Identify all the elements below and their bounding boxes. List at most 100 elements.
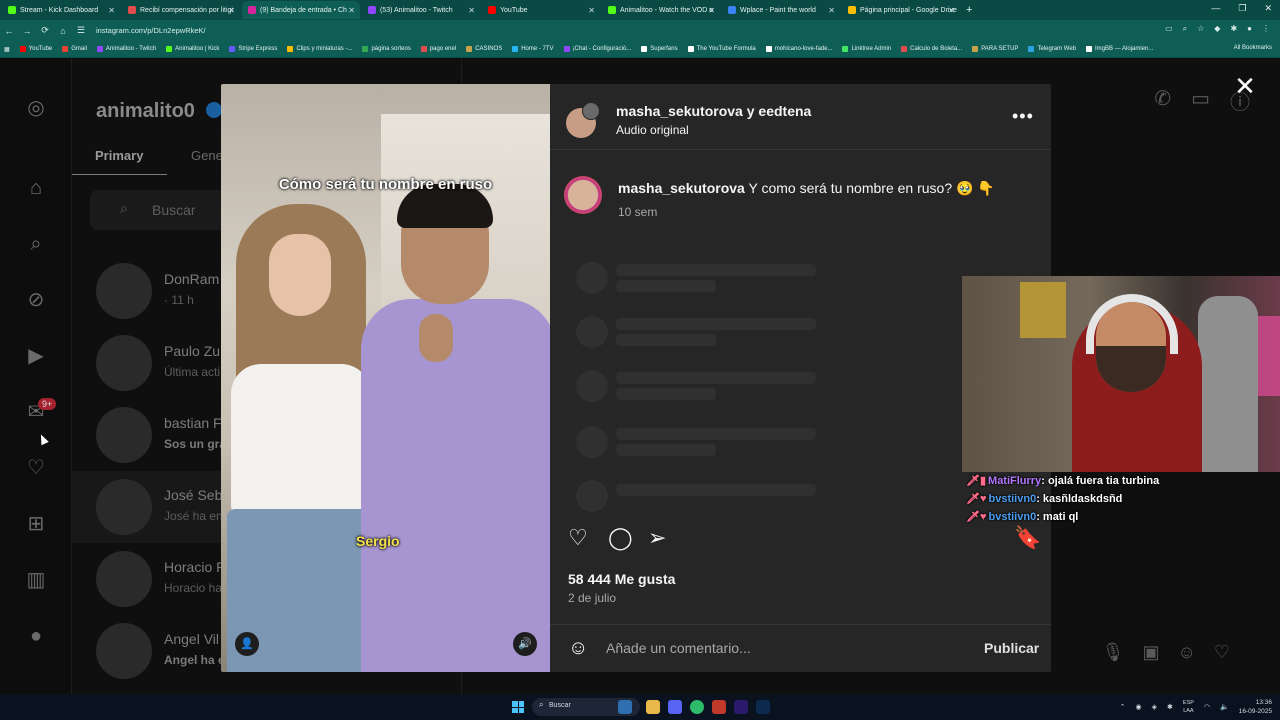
bookmark-item[interactable]: Animalitoo | Kick bbox=[166, 46, 219, 52]
tab-close-icon[interactable]: ✕ bbox=[108, 6, 115, 15]
reload-icon[interactable]: ⟳ bbox=[36, 25, 54, 36]
explore-nav-icon[interactable]: ⊘ bbox=[24, 288, 48, 312]
tab-primary[interactable]: Primary bbox=[95, 148, 143, 163]
browser-tab[interactable]: (9) Bandeja de entrada • Ch ✕ bbox=[242, 1, 360, 19]
coauthor-avatar[interactable] bbox=[582, 102, 600, 120]
tray-app-icon[interactable]: ◉ bbox=[1136, 703, 1142, 711]
audio-toggle-icon[interactable]: 🔊 bbox=[513, 632, 537, 656]
extension-icon[interactable]: ◆ bbox=[1214, 24, 1220, 34]
tab-close-icon[interactable]: ✕ bbox=[468, 6, 475, 15]
instagram-logo-icon[interactable]: ◎ bbox=[24, 96, 48, 120]
close-modal-button[interactable]: ✕ bbox=[1232, 73, 1258, 100]
post-authors[interactable]: masha_sekutorova y eedtena bbox=[616, 103, 811, 119]
inbox-username[interactable]: animalito0 bbox=[96, 100, 195, 123]
chevron-up-icon[interactable]: ⌃ bbox=[1120, 703, 1126, 711]
caption-avatar[interactable] bbox=[564, 176, 602, 214]
bookmark-item[interactable]: CASINOS bbox=[466, 46, 502, 52]
dashboard-nav-icon[interactable]: ▥ bbox=[24, 568, 48, 592]
create-nav-icon[interactable]: ⊞ bbox=[24, 512, 48, 536]
browser-tab[interactable]: Página principal - Google Drive ✕ bbox=[842, 1, 960, 19]
save-bookmark-icon[interactable]: 🔖 bbox=[1014, 524, 1041, 552]
new-tab-button[interactable]: + bbox=[966, 4, 972, 16]
like-icon[interactable]: ♡ bbox=[568, 524, 588, 552]
forward-icon[interactable]: → bbox=[18, 26, 36, 36]
back-icon[interactable]: ← bbox=[0, 26, 18, 36]
bookmark-star-icon[interactable]: ☆ bbox=[1197, 24, 1204, 34]
tab-close-icon[interactable]: ✕ bbox=[948, 6, 955, 15]
streaming-app-icon[interactable] bbox=[712, 700, 726, 714]
close-window-icon[interactable]: ✕ bbox=[1264, 3, 1272, 14]
bookmark-item[interactable]: página sorteos bbox=[362, 46, 411, 52]
bookmark-item[interactable]: pago enel bbox=[420, 46, 456, 52]
extensions-puzzle-icon[interactable]: ✱ bbox=[1230, 24, 1237, 34]
bookmark-item[interactable]: Home - 7TV bbox=[512, 46, 554, 52]
comment-input[interactable] bbox=[606, 637, 966, 659]
all-bookmarks-button[interactable]: All Bookmarks bbox=[1234, 45, 1272, 51]
url-field[interactable]: instagram.com/p/DLn2epwRkeK/ bbox=[96, 26, 206, 35]
zoom-icon[interactable]: ⌕ bbox=[1183, 24, 1187, 34]
publish-button[interactable]: Publicar bbox=[984, 640, 1039, 656]
bookmark-item[interactable]: Linktree Admin bbox=[842, 46, 891, 52]
bookmark-item[interactable]: ImgBB — Alojamien... bbox=[1086, 46, 1153, 52]
bookmark-item[interactable]: PARA SETUP bbox=[972, 46, 1018, 52]
weather-app-icon[interactable] bbox=[618, 700, 632, 714]
sticker-icon[interactable]: ☺ bbox=[1177, 642, 1195, 663]
video-call-icon[interactable]: ▭ bbox=[1191, 86, 1210, 115]
caption-username[interactable]: masha_sekutorova bbox=[618, 180, 745, 196]
windows-start-icon[interactable] bbox=[512, 701, 524, 713]
bookmark-item[interactable]: YouTube bbox=[19, 46, 52, 52]
profile-avatar[interactable]: ● bbox=[1247, 24, 1252, 34]
post-audio-link[interactable]: Audio original bbox=[616, 123, 689, 137]
site-info-icon[interactable]: ☰ bbox=[72, 25, 90, 36]
tagged-users-icon[interactable]: 👤 bbox=[235, 632, 259, 656]
emoji-icon[interactable]: ☺ bbox=[568, 636, 588, 660]
browser-tab[interactable]: YouTube ✕ bbox=[482, 1, 600, 19]
browser-tab[interactable]: Wplace - Paint the world ✕ bbox=[722, 1, 840, 19]
browser-tab[interactable]: Recibí compensación por litigi ✕ bbox=[122, 1, 240, 19]
photoshop-icon[interactable] bbox=[756, 700, 770, 714]
comment-icon[interactable]: ◯ bbox=[608, 524, 633, 552]
reels-nav-icon[interactable]: ▶ bbox=[24, 344, 48, 368]
bookmark-item[interactable]: Animalitoo - Twitch bbox=[96, 46, 156, 52]
home-nav-icon[interactable]: ⌂ bbox=[24, 176, 48, 200]
language-indicator[interactable]: ESP LAA bbox=[1183, 699, 1194, 715]
bookmark-item[interactable]: Clips y miniaturas -... bbox=[287, 46, 352, 52]
microphone-icon[interactable]: 🎙 bbox=[1102, 642, 1125, 663]
profile-nav-icon[interactable]: ● bbox=[24, 624, 48, 648]
bookmark-item[interactable]: Superfans bbox=[641, 46, 678, 52]
browser-tab[interactable]: Animalitoo - Watch the VOD o ✕ bbox=[602, 1, 720, 19]
premiere-icon[interactable] bbox=[734, 700, 748, 714]
apps-grid-icon[interactable]: ▦ bbox=[4, 46, 10, 53]
reel-video[interactable]: Cómo será tu nombre en ruso Sergio 👤 🔊 bbox=[221, 84, 550, 672]
taskbar-clock[interactable]: 13:36 16-09-2025 bbox=[1239, 698, 1272, 716]
more-options-icon[interactable]: ••• bbox=[1012, 106, 1034, 127]
heart-icon[interactable]: ♡ bbox=[1214, 642, 1230, 663]
tab-general[interactable]: Gene bbox=[191, 148, 223, 163]
tab-close-icon[interactable]: ✕ bbox=[708, 6, 715, 15]
like-count[interactable]: 58 444 Me gusta bbox=[568, 571, 675, 587]
share-icon[interactable]: ➢ bbox=[648, 524, 666, 552]
search-nav-icon[interactable]: ⌕ bbox=[24, 232, 48, 256]
wifi-icon[interactable]: ◠ bbox=[1204, 703, 1210, 711]
cast-icon[interactable]: ▭ bbox=[1165, 24, 1173, 34]
image-icon[interactable]: ▣ bbox=[1142, 642, 1159, 663]
tab-close-icon[interactable]: ✕ bbox=[228, 6, 235, 15]
bookmark-item[interactable]: Calculo de Boleta... bbox=[901, 46, 962, 52]
bookmark-item[interactable]: Telegram Web bbox=[1028, 46, 1076, 52]
maximize-icon[interactable]: ❐ bbox=[1238, 3, 1246, 14]
home-icon[interactable]: ⌂ bbox=[54, 26, 72, 36]
tab-close-icon[interactable]: ✕ bbox=[348, 6, 355, 15]
menu-dots-icon[interactable]: ⋮ bbox=[1262, 24, 1270, 34]
minimize-icon[interactable]: — bbox=[1211, 3, 1220, 14]
browser-tab[interactable]: Stream - Kick Dashboard ✕ bbox=[2, 1, 120, 19]
tray-app-icon-2[interactable]: ◈ bbox=[1152, 703, 1157, 711]
bookmark-item[interactable]: The YouTube Formula bbox=[687, 46, 756, 52]
bookmark-item[interactable]: Gmail bbox=[62, 46, 87, 52]
notifications-nav-icon[interactable]: ♡ bbox=[24, 456, 48, 480]
bluetooth-icon[interactable]: ✱ bbox=[1167, 703, 1173, 711]
tab-close-icon[interactable]: ✕ bbox=[588, 6, 595, 15]
file-explorer-icon[interactable] bbox=[646, 700, 660, 714]
bookmark-item[interactable]: Stripe Express bbox=[229, 46, 277, 52]
volume-icon[interactable]: 🔈 bbox=[1220, 703, 1229, 711]
phone-icon[interactable]: ✆ bbox=[1154, 86, 1171, 115]
